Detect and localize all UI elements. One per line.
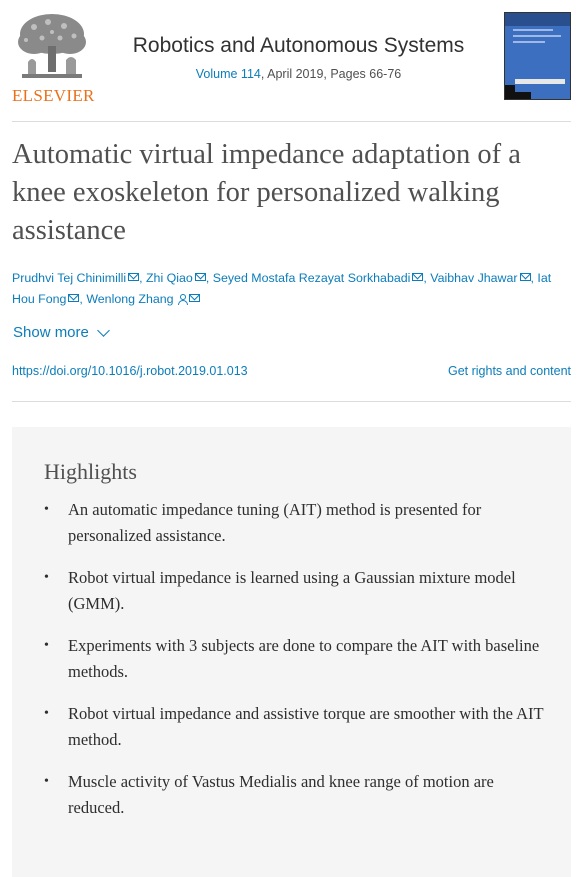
volume-link[interactable]: Volume 114 xyxy=(196,67,261,81)
email-icon[interactable] xyxy=(188,294,200,302)
publisher-wordmark: ELSEVIER xyxy=(12,86,95,105)
journal-title-link[interactable]: Robotics and Autonomous Systems xyxy=(100,34,497,58)
journal-issue-info: Volume 114, April 2019, Pages 66-76 xyxy=(100,67,497,81)
email-icon[interactable] xyxy=(68,294,80,302)
email-icon[interactable] xyxy=(519,273,531,281)
highlight-item: Robot virtual impedance and assistive to… xyxy=(44,701,544,753)
section-divider xyxy=(12,401,571,402)
highlight-item: Experiments with 3 subjects are done to … xyxy=(44,633,544,685)
chevron-down-icon xyxy=(97,323,110,337)
article-title: Automatic virtual impedance adaptation o… xyxy=(12,139,521,246)
author-link[interactable]: Zhi Qiao xyxy=(146,271,206,285)
issue-details: , April 2019, Pages 66-76 xyxy=(260,67,402,81)
highlight-item: Muscle activity of Vastus Medialis and k… xyxy=(44,769,544,821)
show-more-button[interactable]: Show more xyxy=(13,323,110,341)
rights-link[interactable]: Get rights and content xyxy=(448,364,571,378)
elsevier-logo[interactable]: ELSEVIER xyxy=(12,12,95,105)
doi-link[interactable]: https://doi.org/10.1016/j.robot.2019.01.… xyxy=(12,364,248,378)
show-more-label: Show more xyxy=(13,324,89,341)
person-icon[interactable] xyxy=(177,294,188,305)
author-link[interactable]: Wenlong Zhang xyxy=(86,292,200,306)
highlights-list: An automatic impedance tuning (AIT) meth… xyxy=(44,497,544,837)
journal-header: ELSEVIER Robotics and Autonomous Systems… xyxy=(0,0,577,122)
highlights-heading: Highlights xyxy=(44,459,137,484)
journal-cover-thumbnail[interactable] xyxy=(504,12,571,100)
author-link[interactable]: Prudhvi Tej Chinimilli xyxy=(12,271,140,285)
email-icon[interactable] xyxy=(194,273,206,281)
author-link[interactable]: Seyed Mostafa Rezayat Sorkhabadi xyxy=(213,271,424,285)
author-list: Prudhvi Tej Chinimilli, Zhi Qiao, Seyed … xyxy=(12,271,552,306)
highlight-item: Robot virtual impedance is learned using… xyxy=(44,565,544,617)
highlight-item: An automatic impedance tuning (AIT) meth… xyxy=(44,497,544,549)
email-icon[interactable] xyxy=(412,273,424,281)
highlights-section: Highlights An automatic impedance tuning… xyxy=(12,427,571,877)
header-divider xyxy=(12,121,571,122)
email-icon[interactable] xyxy=(128,273,140,281)
author-link[interactable]: Vaibhav Jhawar xyxy=(430,271,531,285)
tree-logo-icon xyxy=(18,14,86,78)
